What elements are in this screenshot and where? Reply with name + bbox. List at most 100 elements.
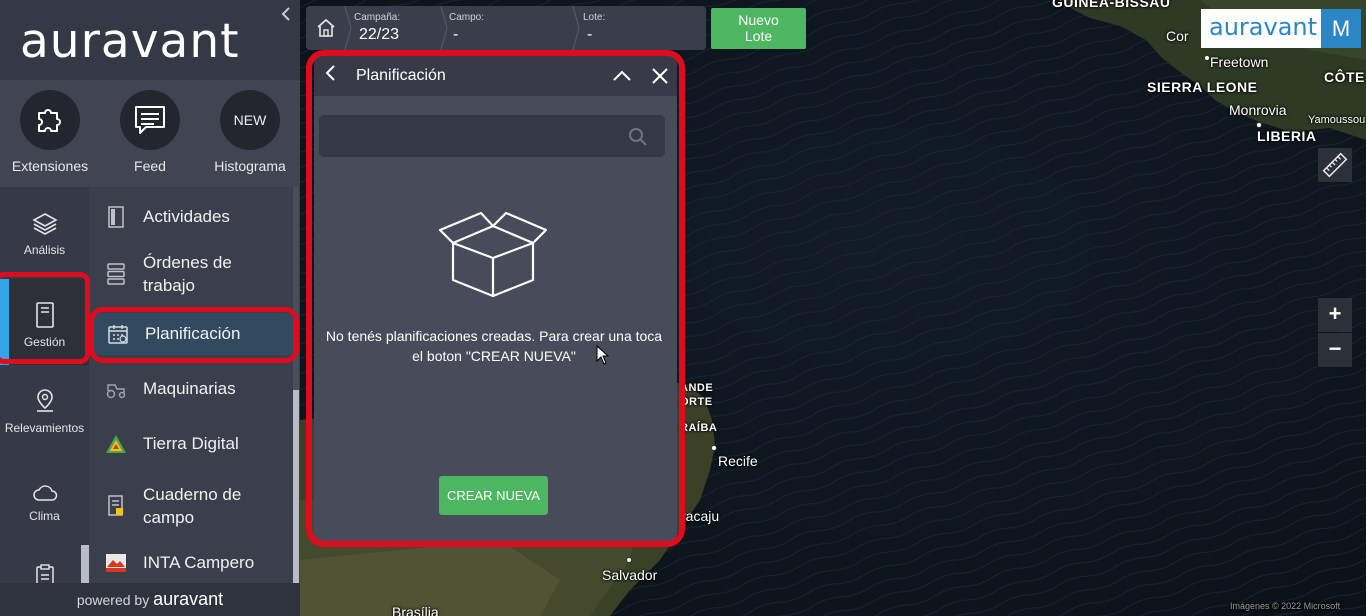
quick-action-histograma[interactable]: NEW Histograma: [205, 90, 295, 174]
sidebar: auravant Extensiones Feed NEW Histograma…: [0, 0, 300, 616]
ruler-icon: [1322, 152, 1348, 178]
crumb-campaign-value: 22/23: [359, 26, 400, 43]
sub-nav-item-actividades[interactable]: Actividades: [89, 201, 294, 233]
left-nav: Análisis Gestión Relevamientos Clima: [0, 187, 89, 588]
sub-nav-item-cuaderno-de-campo[interactable]: Cuaderno de campo: [89, 481, 294, 531]
zoom-in-button[interactable]: +: [1318, 298, 1352, 332]
map-label-cote: CÔTE: [1324, 69, 1365, 85]
sub-nav-item-tierra-digital[interactable]: Tierra Digital: [89, 428, 294, 460]
sub-nav-label: Planificación: [145, 324, 241, 343]
sub-nav-label: Órdenes de trabajo: [143, 253, 232, 295]
map-label-recife: Recife: [718, 453, 758, 469]
map-label-sierra-leone: SIERRA LEONE: [1147, 79, 1258, 95]
panel-header: Planificación: [314, 56, 677, 96]
cloud-icon: [0, 467, 89, 503]
brand-logo: auravant: [1209, 13, 1318, 41]
sub-nav-item-maquinarias[interactable]: Maquinarias: [89, 373, 294, 405]
breadcrumb-separator: [440, 6, 448, 50]
panel-back-button[interactable]: [319, 64, 343, 88]
tierra-digital-icon: [89, 434, 143, 454]
nav-item-label: Gestión: [23, 335, 66, 349]
layers-icon: [0, 201, 89, 237]
map-label-guinea-bissau: GUINEA-BISSAU: [1052, 0, 1171, 10]
nav-item-clipboard[interactable]: [0, 539, 89, 588]
logo-area: auravant: [0, 0, 300, 80]
measure-button[interactable]: [1318, 148, 1352, 182]
new-lot-label-line1: Nuevo: [738, 12, 779, 28]
quick-action-feed[interactable]: Feed: [105, 90, 195, 174]
crumb-campaign[interactable]: Campaña: 22/23: [354, 6, 444, 50]
field-notebook-icon: [89, 495, 143, 517]
map-label-freetown: Freetown: [1210, 54, 1269, 70]
nav-item-label: Análisis: [23, 243, 66, 257]
brand-user-card[interactable]: auravant M: [1201, 9, 1361, 48]
auravant-logo: auravant: [20, 14, 240, 69]
crumb-field[interactable]: Campo: -: [449, 6, 569, 50]
zoom-out-button[interactable]: −: [1318, 333, 1352, 367]
context-bar: Campaña: 22/23 Campo: - Lote: -: [306, 6, 706, 50]
nav-item-label: Clima: [29, 509, 60, 523]
crumb-campaign-label: Campaña:: [354, 12, 401, 23]
new-lot-button[interactable]: Nuevo Lote: [711, 8, 806, 49]
location-pin-icon: [0, 379, 89, 415]
map-attribution: Imágenes © 2022 Microsoft: [1230, 601, 1341, 611]
sub-nav-label: Maquinarias: [143, 379, 236, 398]
create-new-button[interactable]: CREAR NUEVA: [439, 476, 548, 515]
puzzle-icon: [20, 90, 80, 150]
search-icon[interactable]: [628, 127, 648, 147]
chat-icon: [120, 90, 180, 150]
sub-nav-label: Tierra Digital: [143, 434, 239, 453]
map-city-dot: [711, 445, 717, 451]
app-window: GUINEA-BISSAU Cor Freetown CÔTE SIERRA L…: [0, 0, 1366, 616]
crumb-lot[interactable]: Lote: -: [583, 6, 693, 50]
quick-action-label: Extensiones: [11, 158, 89, 174]
map-label-liberia: LIBERIA: [1257, 128, 1317, 144]
nav-item-clima[interactable]: Clima: [0, 453, 89, 539]
calendar-icon: [91, 323, 145, 345]
planificacion-panel: Planificación No tenés planificaciones c…: [314, 56, 677, 542]
sub-nav: Actividades Órdenes de trabajo Planifica…: [81, 187, 300, 583]
sub-nav-item-planificacion[interactable]: Planificación: [91, 313, 296, 355]
quick-actions: Extensiones Feed NEW Histograma: [0, 80, 300, 187]
home-button[interactable]: [306, 6, 346, 50]
sub-nav-label: INTA Campero: [143, 553, 255, 572]
map-label-norte: ORTE: [680, 396, 713, 408]
home-icon: [317, 18, 335, 37]
nav-item-relevamientos[interactable]: Relevamientos: [0, 365, 89, 451]
powered-by-text: powered by: [76, 592, 150, 608]
collapse-sidebar-button[interactable]: [278, 6, 294, 24]
map-label-paraiba: RAÍBA: [680, 422, 718, 434]
breadcrumb-separator: [572, 6, 580, 50]
new-badge-text: NEW: [233, 112, 267, 128]
sub-nav-label: Actividades: [143, 207, 230, 226]
quick-action-extensiones[interactable]: Extensiones: [5, 90, 95, 174]
list-stack-icon: [89, 262, 143, 286]
planificacion-search-input[interactable]: [319, 115, 665, 157]
sub-nav-scroll-thumb[interactable]: [293, 390, 299, 583]
map-label-conakry: Cor: [1166, 28, 1189, 44]
new-badge-icon: NEW: [220, 90, 280, 150]
chevron-left-icon: [325, 65, 335, 81]
nav-item-label: Relevamientos: [4, 421, 85, 435]
map-label-brasilia: Brasília: [392, 604, 439, 616]
map-label-yamoussoukro: Yamoussou: [1308, 114, 1366, 126]
crumb-field-label: Campo:: [449, 12, 485, 23]
tractor-icon: [89, 379, 143, 399]
sub-nav-item-inta-campero[interactable]: INTA Campero: [89, 547, 294, 579]
panel-title: Planificación: [356, 67, 446, 84]
quick-action-label: Feed: [134, 158, 166, 174]
crumb-lot-value: -: [587, 26, 593, 43]
inta-icon: [89, 553, 143, 573]
panel-collapse-button[interactable]: [610, 64, 634, 88]
nav-item-analisis[interactable]: Análisis: [0, 187, 89, 273]
user-avatar[interactable]: M: [1321, 9, 1361, 48]
crumb-field-value: -: [453, 26, 459, 43]
panel-close-button[interactable]: [648, 64, 672, 88]
sub-nav-item-ordenes-de-trabajo[interactable]: Órdenes de trabajo: [89, 249, 294, 299]
map-label-rio-grande: ANDE: [680, 382, 714, 394]
chevron-up-icon: [613, 70, 631, 81]
empty-state-line: el boton "CREAR NUEVA": [412, 348, 576, 364]
nav-item-gestion[interactable]: Gestión: [0, 279, 89, 365]
map-label-salvador: Salvador: [602, 567, 658, 583]
powered-by-brand: auravant: [153, 589, 224, 609]
